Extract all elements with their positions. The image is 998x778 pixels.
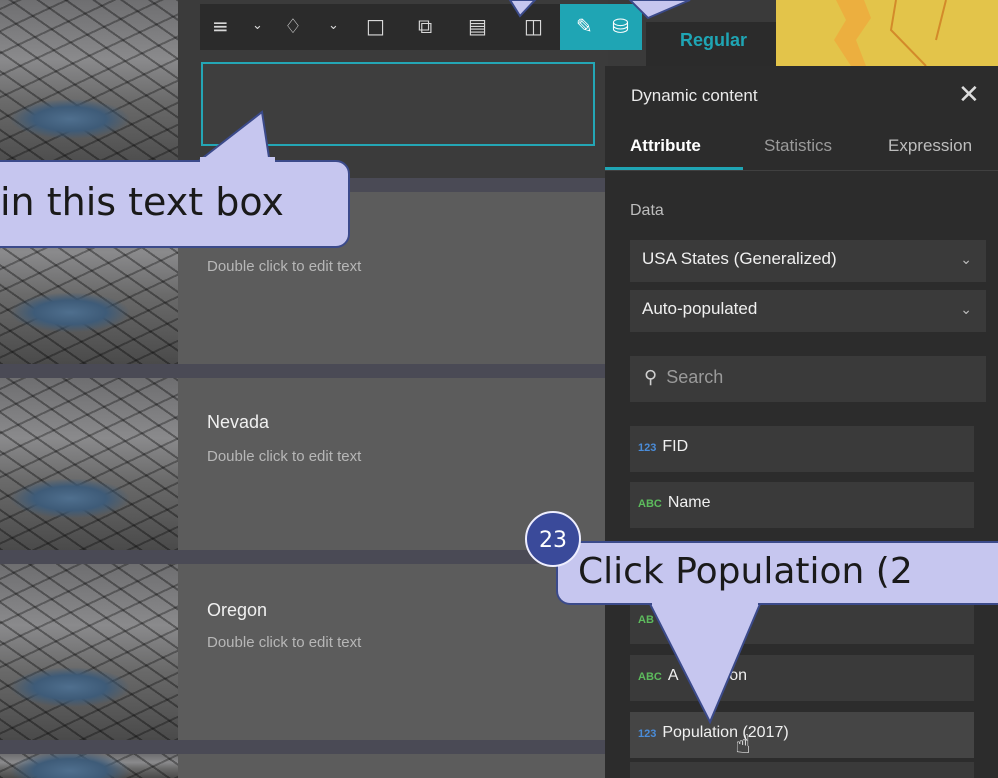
callout-arrows (192, 0, 762, 725)
textbox-callout: in this text box (0, 160, 350, 248)
callout-pointer (648, 603, 762, 725)
callout-pointer (628, 0, 691, 20)
step-callout: Click Population (2 (556, 541, 998, 605)
step-badge: 23 (525, 511, 581, 567)
callout-joint (200, 157, 275, 165)
callout-text: in this text box (0, 180, 284, 224)
callout-text: Click Population (2 (578, 551, 913, 592)
callout-joint (652, 600, 758, 606)
hand-cursor-icon: ☝ (735, 730, 751, 760)
callout-pointer (508, 0, 537, 18)
